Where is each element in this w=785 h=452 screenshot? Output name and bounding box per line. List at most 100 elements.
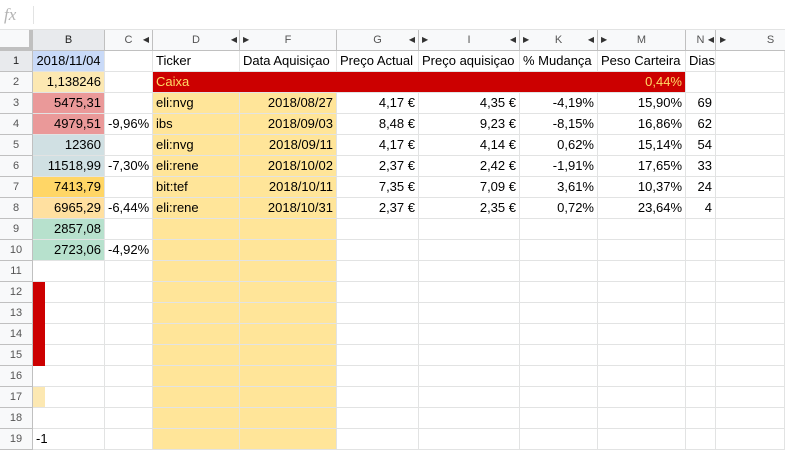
hidden-columns-right-arrow-icon[interactable]: ▶ (523, 30, 529, 50)
cell-dias[interactable]: 24 (686, 177, 716, 198)
col-header-s[interactable]: ▶ S (716, 30, 785, 51)
grid-cell[interactable] (153, 408, 240, 429)
hidden-columns-left-arrow-icon[interactable]: ◀ (143, 30, 149, 50)
cell-data[interactable]: 2018/09/11 (240, 135, 337, 156)
cell-c8[interactable]: -6,44% (105, 198, 153, 219)
grid-cell[interactable] (716, 114, 785, 135)
row-header[interactable]: 18 (0, 408, 33, 429)
grid-cell[interactable] (337, 366, 419, 387)
grid-cell[interactable] (240, 366, 337, 387)
grid-cell[interactable] (686, 282, 716, 303)
grid-cell[interactable] (33, 408, 105, 429)
cell-peso[interactable]: 17,65% (598, 156, 686, 177)
grid-cell[interactable] (716, 219, 785, 240)
grid-cell[interactable] (716, 303, 785, 324)
cell-dias[interactable]: 33 (686, 156, 716, 177)
grid-cell[interactable] (240, 219, 337, 240)
grid-cell[interactable] (337, 387, 419, 408)
cell-ticker[interactable]: eli:nvg (153, 135, 240, 156)
grid-cell[interactable] (716, 261, 785, 282)
header-ticker[interactable]: Ticker (153, 51, 240, 72)
grid-cell[interactable] (153, 261, 240, 282)
grid-cell[interactable] (598, 366, 686, 387)
grid-cell[interactable] (105, 429, 153, 450)
grid-cell[interactable] (686, 366, 716, 387)
grid-cell[interactable] (240, 408, 337, 429)
header-preco-actual[interactable]: Preço Actual (337, 51, 419, 72)
cell-mudanca[interactable]: 0,72% (520, 198, 598, 219)
grid-cell[interactable] (520, 366, 598, 387)
grid-cell[interactable] (716, 387, 785, 408)
cell-preco-aquisicao[interactable]: 4,14 € (419, 135, 520, 156)
grid-cell[interactable] (240, 345, 337, 366)
grid-cell[interactable] (716, 282, 785, 303)
cell-b6[interactable]: 11518,99 (33, 156, 105, 177)
col-header-c[interactable]: C ◀ (105, 30, 153, 51)
grid-cell[interactable] (419, 240, 520, 261)
grid-cell[interactable] (337, 240, 419, 261)
cell-mudanca[interactable]: -4,19% (520, 93, 598, 114)
cell-peso[interactable]: 10,37% (598, 177, 686, 198)
hidden-columns-left-arrow-icon[interactable]: ◀ (231, 30, 237, 50)
grid-cell[interactable] (598, 303, 686, 324)
cell-dias[interactable]: 62 (686, 114, 716, 135)
grid-cell[interactable] (598, 345, 686, 366)
header-data-aquisicao[interactable]: Data Aquisiçao (240, 51, 337, 72)
cell-data[interactable]: 2018/08/27 (240, 93, 337, 114)
header-preco-aquisicao[interactable]: Preço aquisiçao (419, 51, 520, 72)
cell-preco-aquisicao[interactable]: 9,23 € (419, 114, 520, 135)
grid-cell[interactable] (105, 51, 153, 72)
col-header-m[interactable]: ▶ M (598, 30, 686, 51)
grid-cell[interactable] (520, 219, 598, 240)
grid-cell[interactable] (520, 429, 598, 450)
cell-mudanca[interactable]: -8,15% (520, 114, 598, 135)
cell-ticker[interactable]: eli:rene (153, 198, 240, 219)
grid-cell[interactable] (419, 303, 520, 324)
cell-b9[interactable]: 2857,08 (33, 219, 105, 240)
grid-cell[interactable] (598, 282, 686, 303)
grid-cell[interactable] (598, 408, 686, 429)
grid-cell[interactable] (419, 408, 520, 429)
grid-cell[interactable] (105, 408, 153, 429)
cell-peso[interactable]: 16,86% (598, 114, 686, 135)
cell-c4[interactable]: -9,96% (105, 114, 153, 135)
grid-cell[interactable] (153, 282, 240, 303)
row-header[interactable]: 10 (0, 240, 33, 261)
cell-preco-aquisicao[interactable]: 4,35 € (419, 93, 520, 114)
col-header-b[interactable]: B (33, 30, 105, 51)
grid-cell[interactable] (419, 366, 520, 387)
grid-cell[interactable] (686, 261, 716, 282)
col-header-d[interactable]: D ◀ (153, 30, 240, 51)
grid-cell[interactable] (153, 429, 240, 450)
grid-cell[interactable] (686, 219, 716, 240)
grid-cell[interactable] (520, 408, 598, 429)
hidden-columns-right-arrow-icon[interactable]: ▶ (243, 30, 249, 50)
grid-cell[interactable] (337, 345, 419, 366)
cell-data[interactable]: 2018/10/31 (240, 198, 337, 219)
grid-cell[interactable] (520, 261, 598, 282)
cell-dias[interactable]: 69 (686, 93, 716, 114)
cell-data[interactable]: 2018/09/03 (240, 114, 337, 135)
row-header[interactable]: 13 (0, 303, 33, 324)
grid-cell[interactable] (716, 177, 785, 198)
grid-cell[interactable] (105, 219, 153, 240)
grid-cell[interactable] (419, 429, 520, 450)
cell-b4[interactable]: 4979,51 (33, 114, 105, 135)
grid-cell[interactable] (686, 72, 716, 93)
row-header[interactable]: 17 (0, 387, 33, 408)
cell-b2[interactable]: 1,138246 (33, 72, 105, 93)
grid-cell[interactable] (337, 261, 419, 282)
grid-cell[interactable] (240, 387, 337, 408)
grid-cell[interactable] (716, 198, 785, 219)
select-all-corner[interactable] (0, 30, 33, 51)
row-header[interactable]: 15 (0, 345, 33, 366)
hidden-columns-left-arrow-icon[interactable]: ◀ (708, 30, 714, 50)
cell-preco-actual[interactable]: 2,37 € (337, 198, 419, 219)
cell-preco-aquisicao[interactable]: 7,09 € (419, 177, 520, 198)
grid-cell[interactable] (240, 324, 337, 345)
grid-cell[interactable] (105, 282, 153, 303)
grid-cell[interactable] (716, 429, 785, 450)
grid-cell[interactable] (240, 240, 337, 261)
grid-cell[interactable] (716, 135, 785, 156)
grid-cell[interactable] (716, 156, 785, 177)
